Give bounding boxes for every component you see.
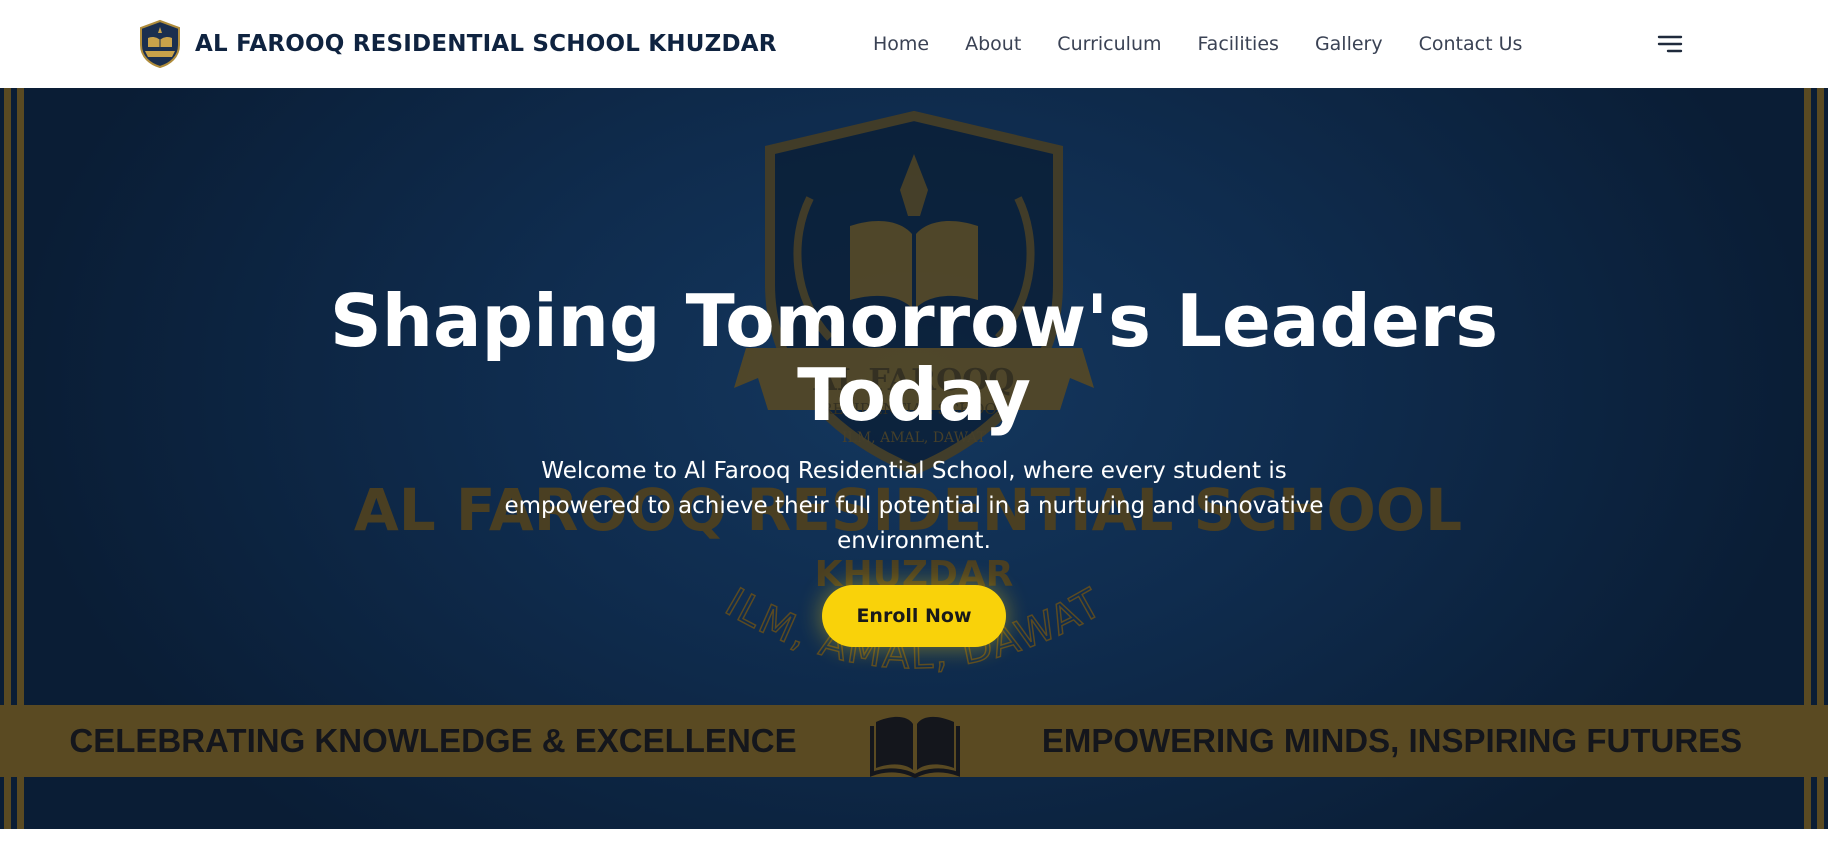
brand-link[interactable]: AL FAROOQ RESIDENTIAL SCHOOL KHUZDAR	[137, 18, 777, 70]
school-crest-icon	[140, 19, 180, 69]
band-right-text: EMPOWERING MINDS, INSPIRING FUTURES	[1042, 722, 1742, 759]
main-nav: Home About Curriculum Facilities Gallery…	[873, 28, 1558, 60]
enroll-now-button[interactable]: Enroll Now	[822, 585, 1006, 647]
nav-facilities[interactable]: Facilities	[1198, 28, 1279, 60]
nav-about[interactable]: About	[965, 28, 1021, 60]
brand-name: AL FAROOQ RESIDENTIAL SCHOOL KHUZDAR	[195, 31, 777, 57]
site-header: AL FAROOQ RESIDENTIAL SCHOOL KHUZDAR Hom…	[0, 0, 1828, 88]
hero-subtitle: Welcome to Al Farooq Residential School,…	[504, 458, 1324, 554]
nav-curriculum[interactable]: Curriculum	[1057, 28, 1161, 60]
nav-home[interactable]: Home	[873, 28, 929, 60]
hero-section: AL FAROOQ RESIDENTIAL SCHOOL ILM, AMAL, …	[0, 88, 1828, 829]
menu-button[interactable]	[1656, 30, 1684, 58]
hero-title: Shaping Tomorrow's Leaders Today	[329, 279, 1499, 437]
nav-contact-us[interactable]: Contact Us	[1419, 28, 1523, 60]
band-left-text: CELEBRATING KNOWLEDGE & EXCELLENCE	[69, 722, 796, 759]
hamburger-menu-icon	[1657, 35, 1683, 53]
nav-gallery[interactable]: Gallery	[1315, 28, 1383, 60]
